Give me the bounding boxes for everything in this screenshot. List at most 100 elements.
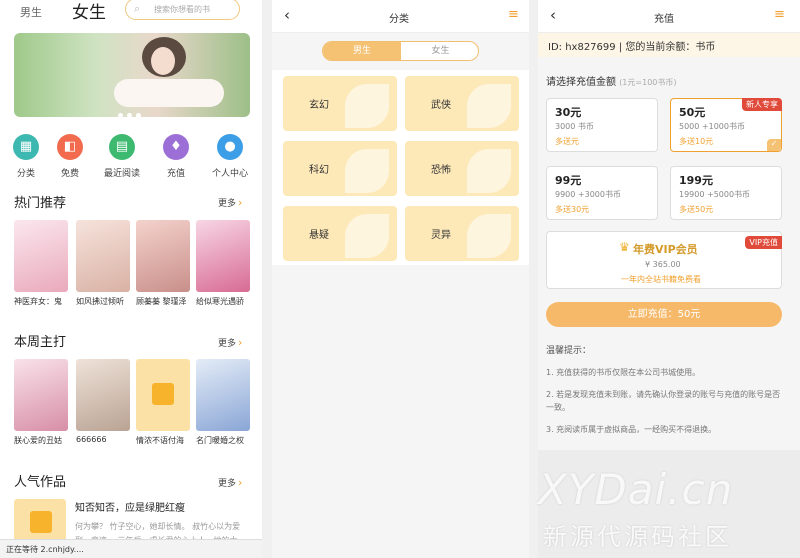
category-label: 悬疑	[309, 230, 329, 241]
tip-item: 3. 充阅读币属于虚拟商品，一经购买不得退换。	[546, 425, 717, 434]
book-title: 朕心爱的丑姑	[14, 436, 62, 445]
book-card[interactable]: 神医弃女：鬼	[14, 220, 68, 307]
tips-section: 温馨提示： 1. 充值获得的书币仅限在本公司书城使用。 2. 若是发现充值未到账…	[546, 345, 786, 445]
popular-title[interactable]: 知否知否，应是绿肥红瘦	[75, 499, 185, 514]
nav-recent[interactable]: ▤ 最近阅读	[97, 134, 147, 179]
pay-button[interactable]: 立即充值：50元	[546, 302, 782, 327]
tip-item: 2. 若是发现充值未到账，请先确认你登录的账号与充值的账号是否一致。	[546, 390, 781, 412]
category-card[interactable]: 玄幻	[283, 76, 397, 131]
package-bonus: 多送30元	[555, 205, 590, 214]
back-arrow-icon[interactable]: ‹	[550, 6, 556, 24]
vip-desc: 一年内全站书籍免费看	[621, 275, 701, 284]
nav-free[interactable]: ◧ 免费	[45, 134, 95, 179]
more-link-popular[interactable]: 更多 ›	[218, 476, 242, 489]
package-coins: 3000 书币	[555, 122, 594, 131]
book-card[interactable]: 朕心爱的丑姑	[14, 359, 68, 446]
nav-label: 免费	[60, 169, 79, 179]
tip-item: 1. 充值获得的书币仅限在本公司书城使用。	[546, 368, 701, 377]
menu-icon[interactable]: ≡	[774, 7, 785, 22]
watermark-logo: XYDai.cn	[538, 465, 734, 514]
free-icon: ◧	[57, 134, 83, 160]
grid-icon: ▦	[13, 134, 39, 160]
seg-girl[interactable]: 女生	[401, 42, 478, 60]
book-title: 名门暖婚之权	[196, 436, 244, 445]
chevron-right-icon: ›	[238, 476, 243, 489]
page-title: 充值	[654, 14, 674, 25]
category-card[interactable]: 科幻	[283, 141, 397, 196]
seg-boy[interactable]: 男生	[323, 42, 401, 60]
home-panel: 男生 女生 ⌕ 搜索你想看的书 ▦ 分类 ◧ 免费 ▤ 最近阅读 ♦ 充值 ● …	[0, 0, 262, 558]
category-card[interactable]: 武侠	[405, 76, 519, 131]
banner-dots	[118, 103, 145, 122]
book-title: 如风拂过倾听	[76, 297, 124, 306]
top-bar: 男生 女生 ⌕ 搜索你想看的书	[0, 0, 262, 23]
nav-profile[interactable]: ● 个人中心	[205, 134, 255, 179]
vip-card[interactable]: ♛ 年费VIP会员 ¥ 365.00 一年内全站书籍免费看 VIP充值	[546, 231, 782, 289]
back-arrow-icon[interactable]: ‹	[284, 6, 290, 24]
book-title: 神医弃女：鬼	[14, 297, 62, 306]
book-icon: ▤	[109, 134, 135, 160]
vip-title: 年费VIP会员	[633, 243, 698, 256]
nav-label: 个人中心	[211, 169, 248, 179]
package-price: 30元	[555, 106, 582, 119]
more-link-hot[interactable]: 更多 ›	[218, 196, 242, 209]
vip-badge: VIP充值	[745, 236, 782, 249]
book-card[interactable]: 名门暖婚之权	[196, 359, 250, 446]
package-199[interactable]: 199元 19900 +5000书币 多送50元	[670, 166, 782, 220]
package-coins: 19900 +5000书币	[679, 190, 751, 199]
category-label: 恐怖	[431, 165, 451, 176]
book-title: 666666	[76, 435, 107, 444]
category-panel: ‹ 分类 ≡ 男生 女生 玄幻 武侠 科幻 恐怖 悬疑 灵异	[272, 0, 529, 558]
rate-text: (1元=100书币)	[619, 78, 677, 87]
more-link-weekly[interactable]: 更多 ›	[218, 336, 242, 349]
category-card[interactable]: 悬疑	[283, 206, 397, 261]
select-amount-label: 请选择充值金额 (1元=100书币)	[546, 73, 677, 88]
search-input[interactable]: ⌕ 搜索你想看的书	[125, 0, 240, 20]
book-title: 顾蓁蓁 黎瑾泽	[136, 297, 187, 306]
new-user-badge: 新人专享	[742, 98, 782, 111]
search-icon: ⌕	[134, 2, 141, 15]
chevron-right-icon: ›	[238, 196, 243, 209]
more-label: 更多	[218, 479, 237, 489]
package-coins: 5000 +1000书币	[679, 122, 745, 131]
search-placeholder: 搜索你想看的书	[154, 5, 210, 14]
package-coins: 9900 +3000书币	[555, 190, 621, 199]
book-card[interactable]: 情浓不语付海	[136, 359, 190, 446]
nav-recharge[interactable]: ♦ 充值	[151, 134, 201, 179]
book-card[interactable]: 给似寒光遇骄	[196, 220, 250, 307]
package-bonus: 多送10元	[679, 137, 714, 146]
divider	[262, 0, 272, 558]
more-label: 更多	[218, 199, 237, 209]
package-99[interactable]: 99元 9900 +3000书币 多送30元	[546, 166, 658, 220]
tips-title: 温馨提示：	[546, 346, 592, 356]
section-title-popular: 人气作品	[14, 475, 67, 490]
vip-price: ¥ 365.00	[645, 260, 681, 269]
book-title: 给似寒光遇骄	[196, 297, 244, 306]
category-card[interactable]: 灵异	[405, 206, 519, 261]
package-30[interactable]: 30元 3000 书币 多送元	[546, 98, 658, 152]
category-card[interactable]: 恐怖	[405, 141, 519, 196]
package-price: 99元	[555, 174, 582, 187]
chevron-right-icon: ›	[238, 336, 243, 349]
package-bonus: 多送元	[555, 137, 579, 146]
package-50[interactable]: 50元 5000 +1000书币 多送10元 新人专享 ✓	[670, 98, 782, 152]
watermark-text: 新源代源码社区	[543, 523, 732, 551]
user-icon: ●	[217, 134, 243, 160]
tab-girl[interactable]: 女生	[72, 0, 106, 23]
header: ‹ 分类 ≡	[272, 0, 529, 33]
nav-category[interactable]: ▦ 分类	[1, 134, 51, 179]
crown-icon: ♛	[619, 240, 630, 254]
menu-icon[interactable]: ≡	[508, 7, 519, 22]
book-title: 情浓不语付海	[136, 436, 184, 445]
tab-boy[interactable]: 男生	[20, 4, 42, 20]
book-card[interactable]: 顾蓁蓁 黎瑾泽	[136, 220, 190, 307]
browser-status-bar: 正在等待 2.cnhjdy....	[0, 539, 262, 558]
category-label: 灵异	[431, 230, 451, 241]
book-card[interactable]: 如风拂过倾听	[76, 220, 130, 307]
select-text: 请选择充值金额	[546, 77, 616, 88]
book-card[interactable]: 666666	[76, 359, 130, 444]
package-price: 50元	[679, 106, 706, 119]
wallet-icon: ♦	[163, 134, 189, 160]
package-price: 199元	[679, 174, 713, 187]
page-title: 分类	[389, 14, 409, 25]
